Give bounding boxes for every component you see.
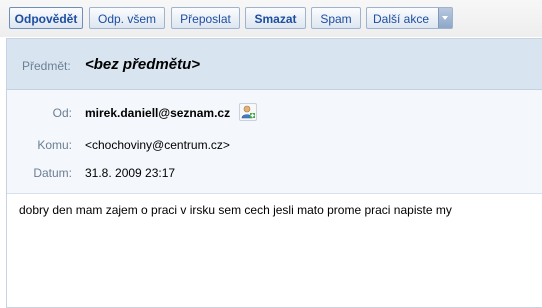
- delete-button[interactable]: Smazat: [245, 7, 306, 29]
- from-row: Od: mirek.daniell@seznam.cz: [7, 103, 542, 122]
- message-panel: Předmět: <bez předmětu> Od: mirek.daniel…: [6, 38, 542, 308]
- subject-label: Předmět:: [22, 59, 71, 73]
- date-label: Datum:: [33, 166, 72, 180]
- subject-bar: Předmět: <bez předmětu>: [7, 39, 542, 90]
- spam-button[interactable]: Spam: [311, 7, 361, 29]
- chevron-down-icon[interactable]: [438, 8, 452, 28]
- forward-button[interactable]: Přeposlat: [171, 7, 240, 29]
- to-address[interactable]: <chochoviny@centrum.cz>: [85, 138, 230, 152]
- subject-text: <bez předmětu>: [85, 56, 201, 73]
- reply-button[interactable]: Odpovědět: [9, 7, 83, 29]
- more-actions-label: Další akce: [373, 12, 430, 26]
- message-body: dobry den mam zajem o praci v irsku sem …: [19, 203, 452, 217]
- date-row: Datum: 31.8. 2009 23:17: [7, 164, 542, 182]
- from-address[interactable]: mirek.daniell@seznam.cz: [85, 106, 230, 120]
- to-label: Komu:: [37, 138, 72, 152]
- to-row: Komu: <chochoviny@centrum.cz>: [7, 136, 542, 154]
- add-contact-icon[interactable]: [239, 103, 257, 121]
- toolbar: Odpovědět Odp. všem Přeposlat Smazat Spa…: [0, 0, 542, 37]
- more-actions-dropdown[interactable]: Další akce: [366, 7, 453, 29]
- from-label: Od:: [52, 106, 72, 120]
- message-headers: Od: mirek.daniell@seznam.cz Komu: <choch…: [7, 90, 542, 194]
- date-value: 31.8. 2009 23:17: [85, 166, 176, 180]
- reply-all-button[interactable]: Odp. všem: [89, 7, 165, 29]
